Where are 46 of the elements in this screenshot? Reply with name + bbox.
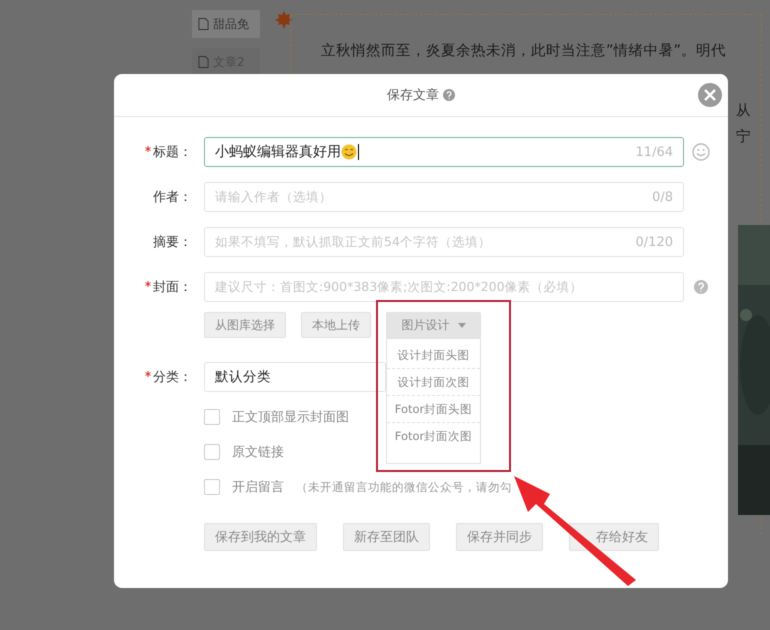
help-icon[interactable] — [443, 89, 455, 101]
article-text: 从 — [736, 102, 751, 120]
smiley-icon[interactable] — [692, 143, 710, 161]
field-label: 分类： — [153, 369, 192, 386]
field-label: 作者： — [153, 189, 192, 206]
close-icon — [703, 88, 717, 102]
cover-button[interactable]: 图片设计 — [386, 312, 481, 338]
field-label: 标题： — [153, 144, 192, 161]
save-button[interactable]: 新存至团队 — [343, 523, 430, 551]
article-text: 宁 — [736, 128, 751, 146]
cover-button[interactable]: 本地上传 — [301, 312, 371, 338]
option-label: 正文顶部显示封面图 — [232, 409, 349, 426]
help-icon[interactable] — [694, 280, 708, 294]
field-label: 封面： — [153, 279, 192, 296]
menu-item[interactable]: 设计封面头图 — [387, 342, 480, 369]
option-label: 开启留言 — [232, 479, 284, 496]
save-button[interactable]: 保存并同步 — [456, 523, 543, 551]
leaf-icon — [274, 10, 294, 30]
document-icon — [198, 55, 209, 69]
menu-item[interactable]: Fotor封面头图 — [387, 396, 480, 423]
option-note: （未开通留言功能的微信公众号，请勿勾 — [296, 480, 512, 494]
save-button[interactable]: 存给好友 — [569, 523, 659, 551]
caret-icon — [458, 322, 466, 328]
dialog-title: 保存文章 — [387, 87, 439, 104]
input-field[interactable]: 小蚂蚁编辑器真好用 11/64 — [204, 137, 684, 167]
field-label: 摘要： — [153, 234, 192, 251]
checkbox[interactable] — [204, 444, 220, 460]
character-counter: 11/64 — [636, 144, 673, 160]
sidebar-item[interactable]: 甜品免 — [192, 10, 260, 38]
input-field[interactable]: 建议尺寸：首图文:900*383像素;次图文:200*200像素（必填） — [204, 272, 684, 302]
checkbox[interactable] — [204, 479, 220, 495]
option-label: 原文链接 — [232, 444, 284, 461]
menu-item[interactable]: Fotor封面次图 — [387, 423, 480, 449]
character-counter: 0/120 — [636, 234, 673, 250]
menu-item[interactable]: 设计封面次图 — [387, 369, 480, 396]
cover-button[interactable]: 从图库选择 — [204, 312, 286, 338]
article-text: 立秋悄然而至，炎夏余热未消，此时当注意”情绪中暑”。明代 — [321, 42, 728, 60]
category-select[interactable]: 默认分类 — [204, 362, 386, 392]
checkbox[interactable] — [204, 409, 220, 425]
character-counter: 0/8 — [652, 190, 673, 204]
smiley-icon — [341, 144, 357, 160]
input-field[interactable]: 请输入作者（选填） 0/8 — [204, 182, 684, 212]
input-field[interactable]: 如果不填写，默认抓取正文前54个字符（选填） 0/120 — [204, 227, 684, 257]
document-icon — [198, 17, 209, 31]
save-button[interactable]: 保存到我的文章 — [204, 523, 317, 551]
close-button[interactable] — [698, 83, 722, 107]
